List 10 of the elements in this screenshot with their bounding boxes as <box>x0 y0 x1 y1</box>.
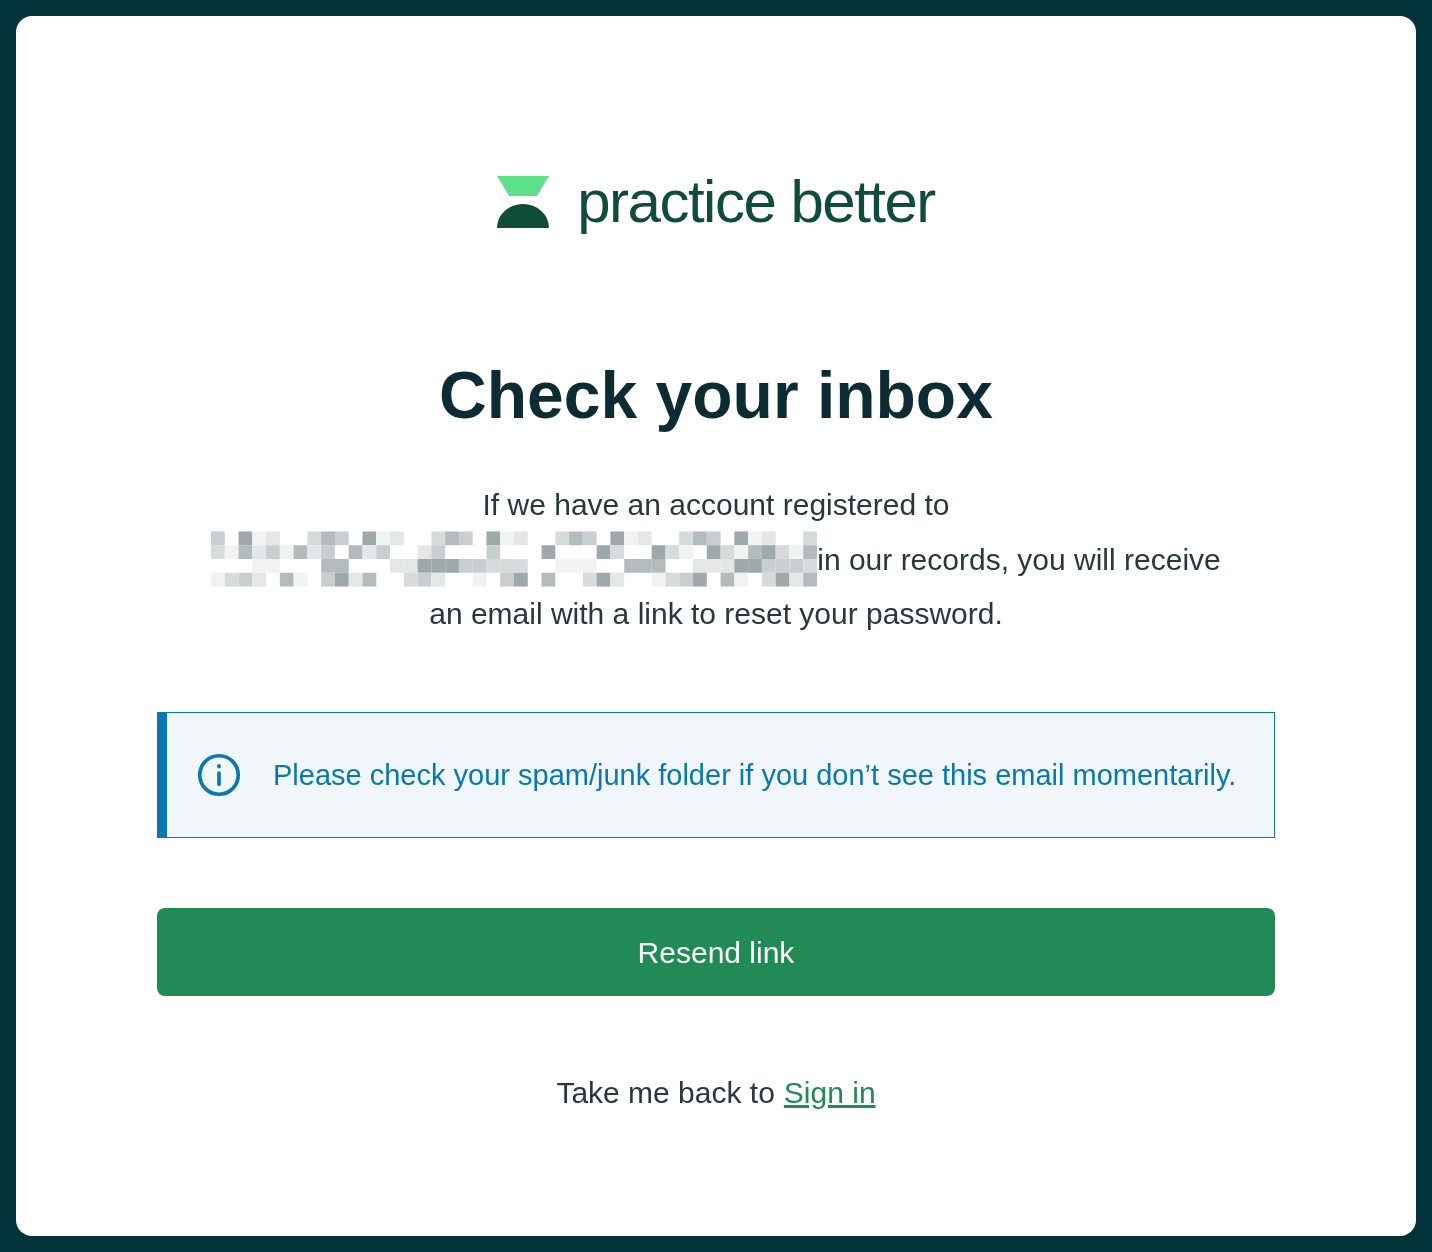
logo-icon <box>497 176 550 228</box>
logo-text: practice better <box>577 172 935 232</box>
resend-link-button[interactable]: Resend link <box>157 908 1275 996</box>
info-icon <box>197 753 241 797</box>
message-text: If we have an account registered to <box>482 487 950 523</box>
footer-text: Take me back to <box>556 1075 775 1111</box>
message-text: an email with a link to reset your password. <box>429 596 1003 632</box>
sign-in-link[interactable]: Sign in <box>783 1070 876 1115</box>
notice-text: Please check your spam/junk folder if you don’t see this email momentarily. <box>273 757 1237 793</box>
message-text: in our records, you will receive <box>817 541 1221 578</box>
